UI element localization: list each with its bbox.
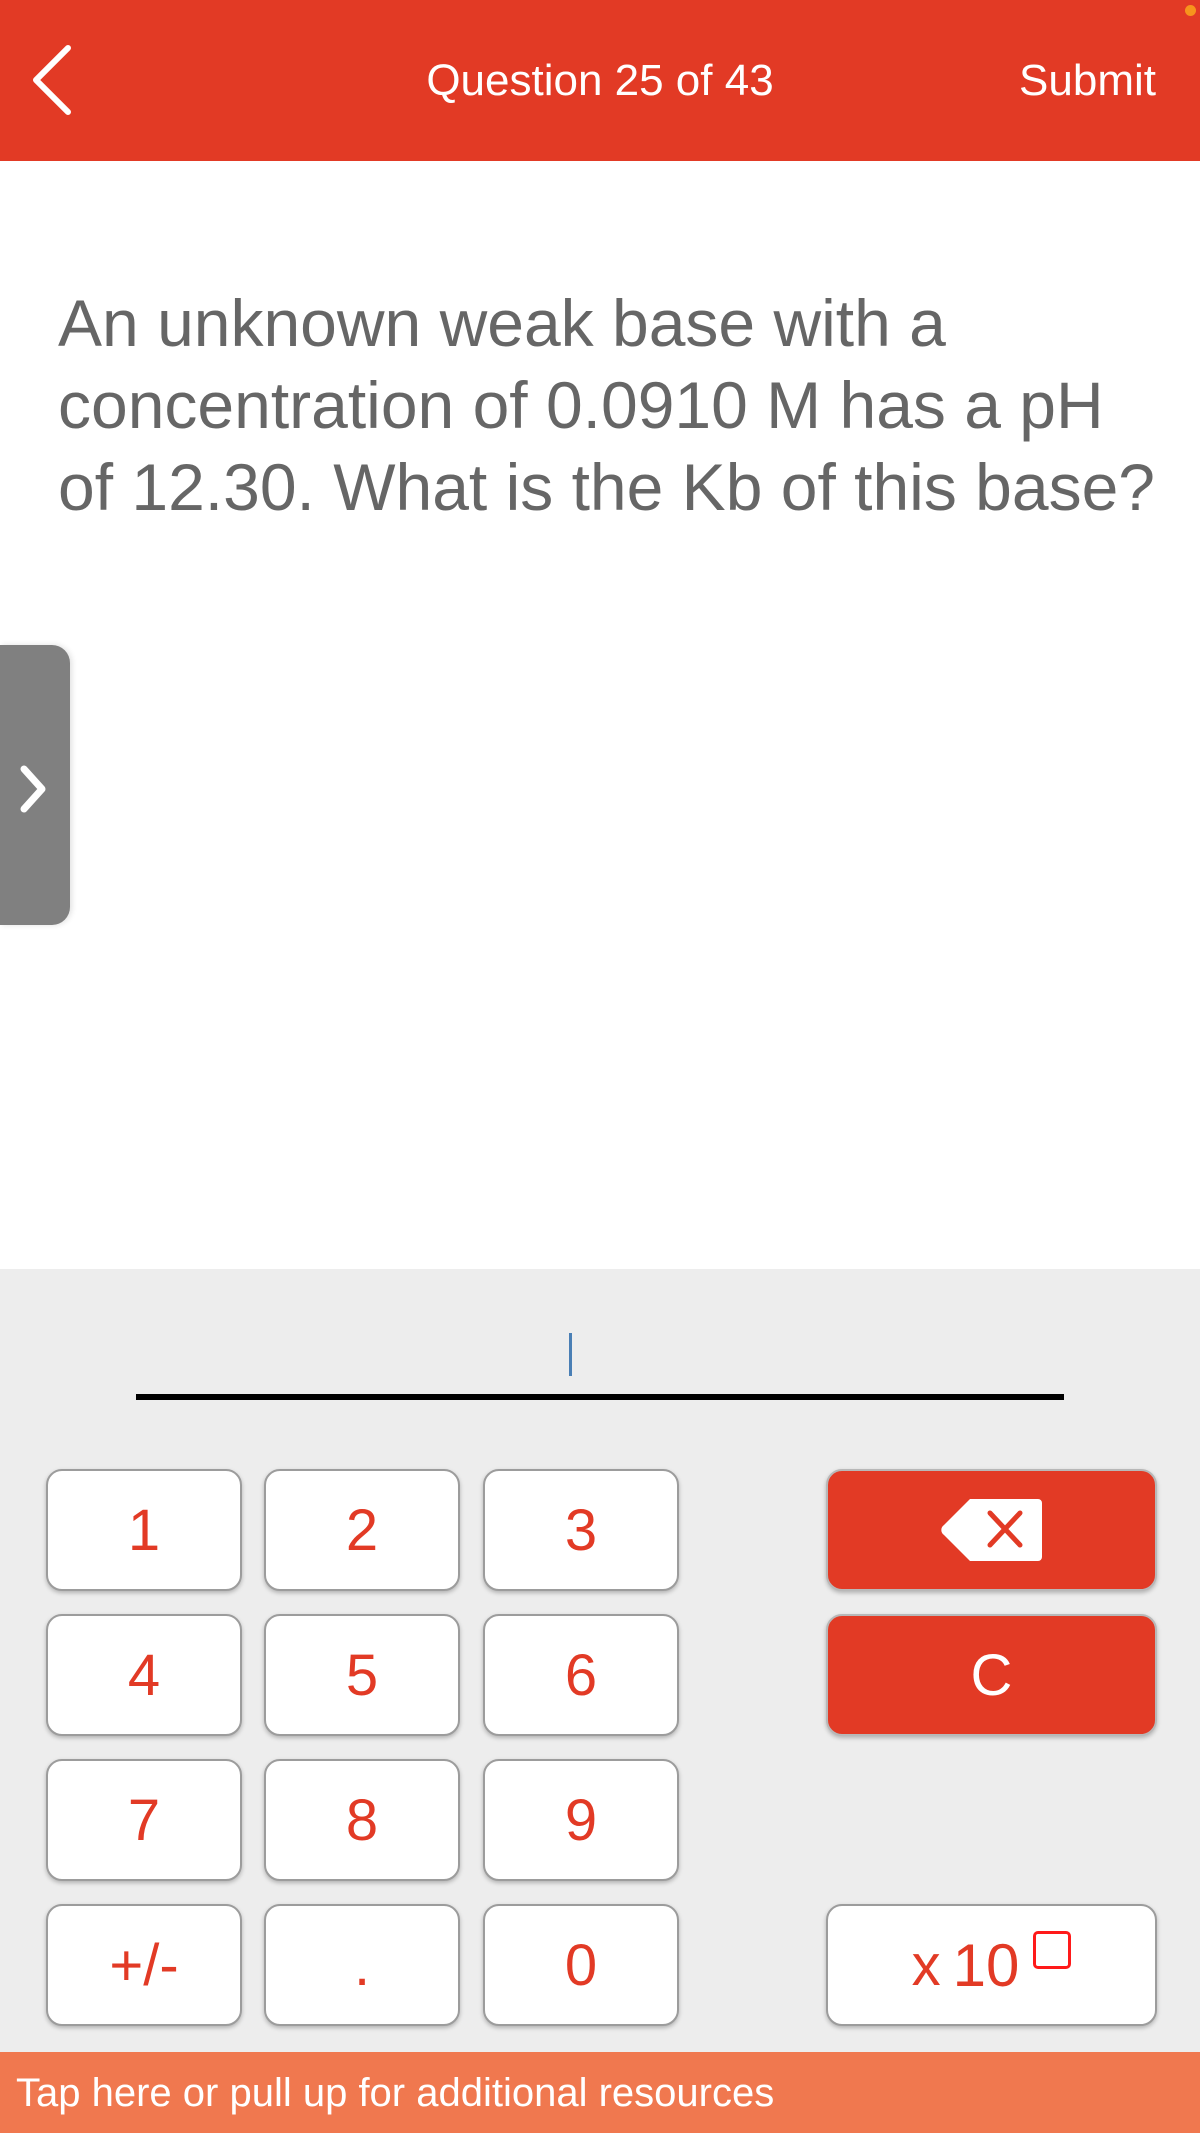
key-7[interactable]: 7	[46, 1759, 242, 1881]
submit-button[interactable]: Submit	[1019, 52, 1156, 110]
exponent-x-label: x	[911, 1932, 941, 1998]
clear-button[interactable]: C	[826, 1614, 1157, 1736]
key-2[interactable]: 2	[264, 1469, 460, 1591]
key-4[interactable]: 4	[46, 1614, 242, 1736]
key-6[interactable]: 6	[483, 1614, 679, 1736]
key-5[interactable]: 5	[264, 1614, 460, 1736]
key-decimal[interactable]: .	[264, 1904, 460, 2026]
text-cursor	[569, 1333, 572, 1376]
exponent-base-label: 10	[952, 1931, 1020, 1999]
chevron-right-icon	[20, 765, 46, 813]
answer-input[interactable]	[136, 1300, 1064, 1400]
resources-bar[interactable]: Tap here or pull up for additional resou…	[0, 2052, 1200, 2133]
question-text: An unknown weak base with a concentratio…	[58, 286, 1155, 524]
key-8[interactable]: 8	[264, 1759, 460, 1881]
key-3[interactable]: 3	[483, 1469, 679, 1591]
status-indicator-dot	[1185, 5, 1196, 16]
resources-bar-label: Tap here or pull up for additional resou…	[16, 2071, 775, 2115]
header-bar: Question 25 of 43 Submit	[0, 0, 1200, 161]
backspace-icon	[940, 1499, 1042, 1561]
key-1[interactable]: 1	[46, 1469, 242, 1591]
key-plus-minus[interactable]: +/-	[46, 1904, 242, 2026]
key-0[interactable]: 0	[483, 1904, 679, 2026]
side-panel-toggle[interactable]	[0, 645, 70, 925]
backspace-button[interactable]	[826, 1469, 1157, 1591]
key-9[interactable]: 9	[483, 1759, 679, 1881]
exponent-button[interactable]: x 10	[826, 1904, 1157, 2026]
exponent-placeholder-box	[1033, 1931, 1072, 1969]
